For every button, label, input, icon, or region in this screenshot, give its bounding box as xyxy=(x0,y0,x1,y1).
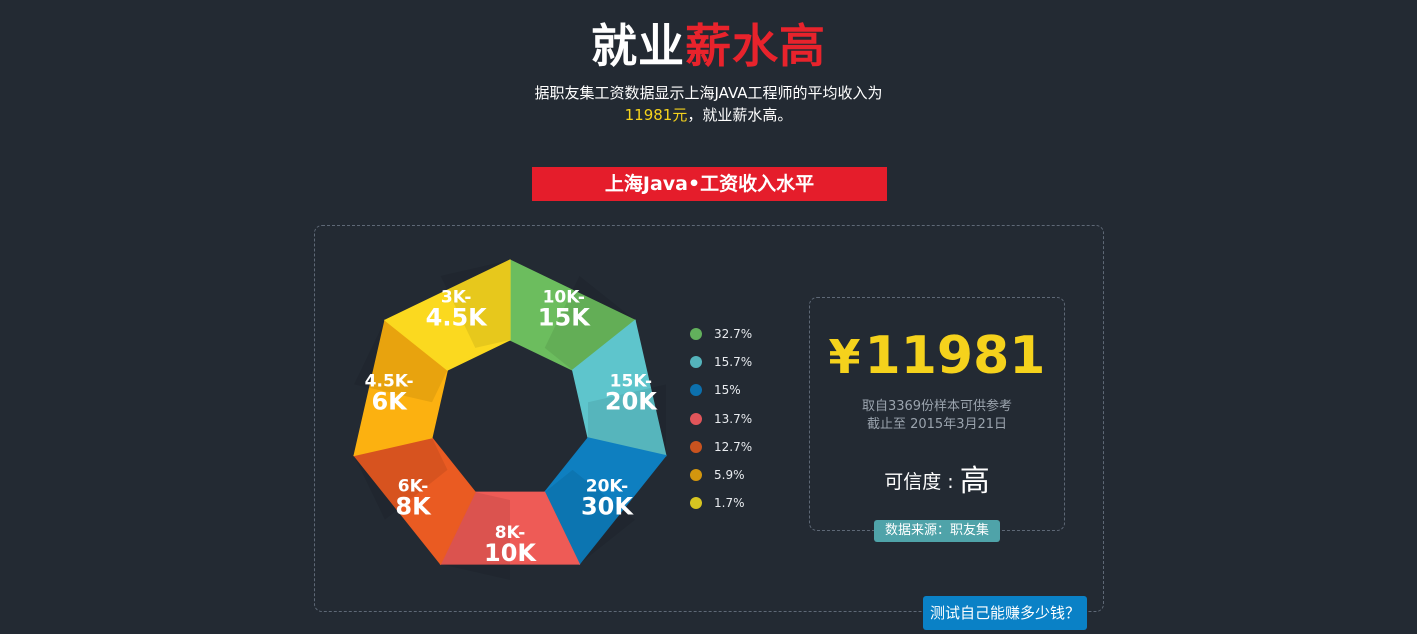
segment-label-bottom-4: 10K xyxy=(484,539,537,567)
segment-label-bottom-2: 20K xyxy=(605,387,658,415)
legend-label: 15.7% xyxy=(714,355,753,370)
currency-symbol: ¥ xyxy=(828,330,861,384)
legend-dot xyxy=(690,384,702,397)
page-title: 就业薪水高 xyxy=(0,14,1417,78)
legend-label: 5.9% xyxy=(714,468,745,483)
legend-item: 13.7% xyxy=(690,405,752,433)
average-salary: ¥11981 xyxy=(810,326,1064,387)
legend-label: 1.7% xyxy=(714,496,745,511)
segment-label-bottom-3: 30K xyxy=(581,492,634,520)
subtitle: 据职友集工资数据显示上海JAVA工程师的平均收入为 11981元，就业薪水高。 xyxy=(0,82,1417,126)
legend-item: 32.7% xyxy=(690,320,752,348)
legend-label: 15% xyxy=(714,383,741,398)
legend-item: 1.7% xyxy=(690,489,752,517)
title-highlight: 薪水高 xyxy=(685,19,826,73)
legend-dot xyxy=(690,469,702,482)
data-source-badge: 数据来源：职友集 xyxy=(874,520,1000,542)
legend-label: 32.7% xyxy=(714,327,753,342)
salary-heptagon-chart: 10K-15K15K-20K20K-30K8K-10K6K-8K4.5K-6K3… xyxy=(353,259,667,580)
legend-label: 13.7% xyxy=(714,411,753,426)
subtitle-amount: 11981元 xyxy=(624,106,688,124)
legend-dot xyxy=(690,412,702,425)
chart-legend: 32.7% 15.7% 15% 13.7% 12.7% 5.9% 1.7% xyxy=(690,320,752,517)
credibility-label: 可信度 : xyxy=(884,471,960,493)
average-salary-value: 11981 xyxy=(864,326,1046,386)
legend-item: 15.7% xyxy=(690,348,752,376)
legend-dot xyxy=(690,497,702,510)
test-salary-button[interactable]: 测试自己能赚多少钱？ xyxy=(923,596,1087,630)
legend-item: 5.9% xyxy=(690,461,752,489)
legend-dot xyxy=(690,328,702,341)
segment-label-bottom-1: 15K xyxy=(538,303,591,331)
legend-item: 15% xyxy=(690,376,752,404)
subtitle-line1: 据职友集工资数据显示上海JAVA工程师的平均收入为 xyxy=(534,84,883,102)
legend-dot xyxy=(690,440,702,453)
legend-item: 12.7% xyxy=(690,433,752,461)
legend-dot xyxy=(690,356,702,369)
salary-summary-box: ¥11981 取自3369份样本可供参考 截止至 2015年3月21日 可信度 … xyxy=(809,297,1065,542)
title-white: 就业 xyxy=(591,19,685,73)
section-banner: 上海Java•工资收入水平 xyxy=(532,167,887,201)
segment-label-bottom-5: 8K xyxy=(395,492,432,520)
subtitle-line2-rest: ，就业薪水高。 xyxy=(687,106,793,124)
segment-label-bottom-6: 6K xyxy=(371,387,408,415)
sample-note: 取自3369份样本可供参考 xyxy=(861,399,1013,414)
legend-label: 12.7% xyxy=(714,439,753,454)
credibility: 可信度 : 高 xyxy=(810,462,1064,502)
date-note: 截止至 2015年3月21日 xyxy=(866,417,1008,432)
subtitle-line2: 11981元，就业薪水高。 xyxy=(0,104,1417,126)
segment-label-bottom-7: 4.5K xyxy=(426,303,489,331)
credibility-level: 高 xyxy=(959,464,990,499)
